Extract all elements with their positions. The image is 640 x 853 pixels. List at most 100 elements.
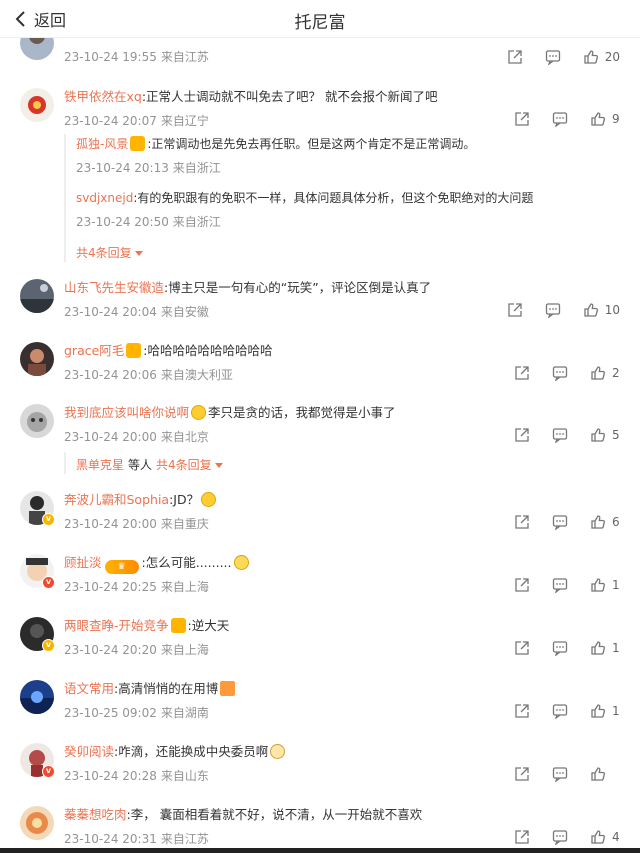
like-button[interactable]: 20 xyxy=(583,49,620,65)
like-button[interactable]: 1 xyxy=(590,577,620,593)
comment-meta: 23-10-24 20:28 来自山东 xyxy=(64,769,209,783)
share-button[interactable] xyxy=(514,365,530,381)
comment-button[interactable] xyxy=(552,640,568,656)
comment-icon xyxy=(552,641,568,656)
like-button[interactable]: 10 xyxy=(583,302,620,318)
reply-item: svdjxnejd:有的免职跟有的免职不一样，具体问题具体分析，但这个免职绝对的… xyxy=(76,190,616,230)
verified-badge: v xyxy=(42,639,55,652)
comment-button[interactable] xyxy=(545,302,561,318)
avatar[interactable] xyxy=(20,88,54,122)
share-button[interactable] xyxy=(514,766,530,782)
like-button[interactable]: 2 xyxy=(590,365,620,381)
like-count: 9 xyxy=(612,112,620,126)
comment-button[interactable] xyxy=(552,703,568,719)
comment-text: :高清悄悄的在用博 xyxy=(114,681,219,696)
comment-meta: 23-10-24 19:55 来自江苏 xyxy=(64,50,209,64)
comment-text: 李只是贪的话，我都觉得是小事了 xyxy=(208,405,396,420)
reply-text: :有的免职跟有的免职不一样，具体问题具体分析，但这个免职绝对的大问题 xyxy=(133,191,534,205)
verified-badge: v xyxy=(42,765,55,778)
share-button[interactable] xyxy=(514,514,530,530)
emoji-icon xyxy=(201,492,217,507)
comment-text: :博主只是一句有心的“玩笑”，评论区倒是认真了 xyxy=(164,280,432,295)
emoji-icon xyxy=(191,405,207,420)
comment-meta: 23-10-24 20:20 来自上海 xyxy=(64,643,209,657)
share-button[interactable] xyxy=(514,577,530,593)
comment-text: :怎么可能......... xyxy=(141,555,232,570)
like-count: 2 xyxy=(612,366,620,380)
reply-item: 孤独-风景:正常调动也是先免去再任职。但是这两个肯定不是正常调动。 23-10-… xyxy=(76,136,616,176)
comment-icon xyxy=(545,303,560,318)
avatar[interactable] xyxy=(20,404,54,438)
share-button[interactable] xyxy=(514,703,530,719)
comment-button[interactable] xyxy=(552,829,568,845)
username-link[interactable]: 语文常用 xyxy=(64,681,114,696)
comment-button[interactable] xyxy=(552,111,568,127)
comment-button[interactable] xyxy=(552,766,568,782)
comment-meta: 23-10-25 09:02 来自湖南 xyxy=(64,706,209,720)
comment-text: :哈哈哈哈哈哈哈哈哈哈 xyxy=(143,343,273,358)
avatar[interactable] xyxy=(20,806,54,840)
share-button[interactable] xyxy=(514,111,530,127)
comment-text-line: 铁甲依然在xq:正常人士调动就不叫免去了吧？ 就不会报个新闻了吧 xyxy=(64,88,624,106)
comment-meta: 23-10-24 20:25 来自上海 xyxy=(64,580,209,594)
more-replies-link[interactable]: 共4条回复 xyxy=(76,244,143,261)
comment-icon xyxy=(552,830,568,845)
username-link[interactable]: 山东飞先生安徽造 xyxy=(64,280,164,295)
avatar[interactable] xyxy=(20,279,54,313)
verified-badge: v xyxy=(42,513,55,526)
reply-list: 孤独-风景:正常调动也是先免去再任职。但是这两个肯定不是正常调动。 23-10-… xyxy=(64,134,624,262)
comment-button[interactable] xyxy=(552,427,568,443)
avatar[interactable] xyxy=(20,680,54,714)
comment-button[interactable] xyxy=(552,365,568,381)
avatar[interactable] xyxy=(20,342,54,376)
reply-text: :正常调动也是先免去再任职。但是这两个肯定不是正常调动。 xyxy=(147,137,476,151)
username-link[interactable]: 蓁蓁想吃肉 xyxy=(64,807,127,822)
like-count: 6 xyxy=(612,515,620,529)
share-icon xyxy=(515,366,529,380)
like-button[interactable]: 5 xyxy=(590,427,620,443)
like-count: 1 xyxy=(612,578,620,592)
share-button[interactable] xyxy=(507,49,523,65)
share-icon xyxy=(515,578,529,592)
comment-meta: 23-10-24 20:00 来自重庆 xyxy=(64,517,209,531)
share-button[interactable] xyxy=(507,302,523,318)
comment-text-line: 顾扯淡 ♛:怎么可能......... xyxy=(64,554,624,574)
comment-icon xyxy=(552,428,568,443)
share-button[interactable] xyxy=(514,829,530,845)
like-button[interactable]: 9 xyxy=(590,111,620,127)
comment-button[interactable] xyxy=(552,514,568,530)
crown-icon xyxy=(130,136,146,151)
username-link[interactable]: 孤独-风景 xyxy=(76,137,128,151)
like-button[interactable]: 1 xyxy=(590,640,620,656)
comment-text-line: 山东飞先生安徽造:博主只是一句有心的“玩笑”，评论区倒是认真了 xyxy=(64,279,624,297)
comment-icon xyxy=(552,366,568,381)
more-replies-link[interactable]: 黑单克星 等人 共4条回复 xyxy=(76,456,223,473)
share-button[interactable] xyxy=(514,640,530,656)
comment-text-line: 语文常用:高清悄悄的在用博 xyxy=(64,680,624,698)
comment-icon xyxy=(552,112,568,127)
comment-icon xyxy=(545,50,560,65)
comment-button[interactable] xyxy=(545,49,561,65)
username-link[interactable]: svdjxnejd xyxy=(76,191,133,205)
reply-list: 黑单克星 等人 共4条回复 xyxy=(64,452,624,474)
username-link[interactable]: 我到底应该叫啥你说啊 xyxy=(64,405,189,420)
like-button[interactable]: 4 xyxy=(590,829,620,845)
comment-button[interactable] xyxy=(552,577,568,593)
sticker-icon xyxy=(220,681,236,696)
username-link[interactable]: 奔波儿霸和Sophia xyxy=(64,492,169,507)
username-link[interactable]: 顾扯淡 xyxy=(64,555,102,570)
comment-text-line: grace阿毛 :哈哈哈哈哈哈哈哈哈哈 xyxy=(64,342,624,360)
username-link[interactable]: 癸卯阅读 xyxy=(64,744,114,759)
share-button[interactable] xyxy=(514,427,530,443)
comment-meta: 23-10-24 20:00 来自北京 xyxy=(64,430,209,444)
username-link[interactable]: 两眼查睁-开始竞争 xyxy=(64,618,169,633)
like-button[interactable]: 6 xyxy=(590,514,620,530)
comment-icon xyxy=(552,767,568,782)
like-button[interactable]: 1 xyxy=(590,703,620,719)
share-icon xyxy=(515,830,529,844)
username-link[interactable]: grace阿毛 xyxy=(64,343,124,358)
comment-text: :JD？ xyxy=(169,492,200,507)
like-count: 1 xyxy=(612,641,620,655)
username-link[interactable]: 铁甲依然在xq xyxy=(64,89,142,104)
like-button[interactable] xyxy=(590,766,620,782)
